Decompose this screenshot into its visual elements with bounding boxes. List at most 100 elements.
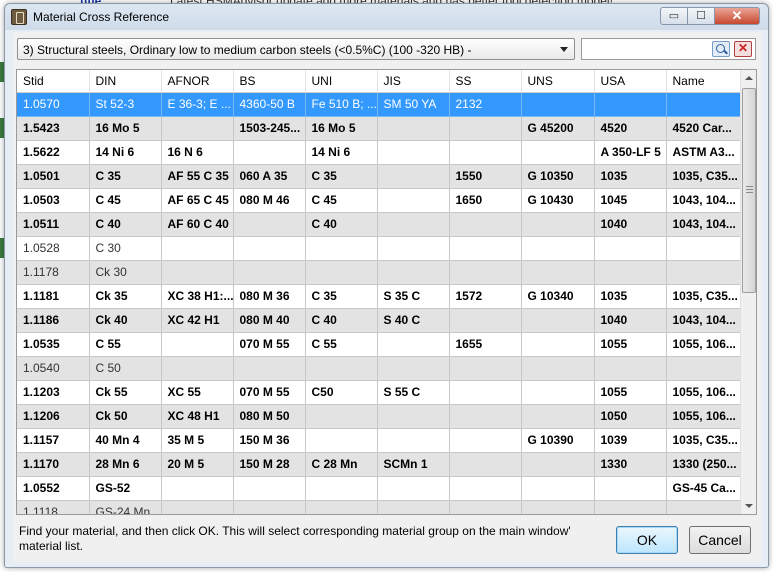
- table-cell[interactable]: 1.0528: [17, 236, 90, 261]
- column-header[interactable]: UNS: [521, 70, 595, 93]
- table-cell[interactable]: 1330 (250...: [666, 452, 742, 477]
- table-cell[interactable]: [377, 356, 450, 381]
- table-cell[interactable]: C 28 Mn: [305, 452, 378, 477]
- table-row[interactable]: 1.1206 Ck 50 XC 48 H1 080 M 50 1050 1055, 106…: [17, 404, 742, 429]
- table-cell[interactable]: 1650: [449, 188, 522, 213]
- table-cell[interactable]: [666, 356, 742, 381]
- table-cell[interactable]: AF 65 C 45: [161, 188, 234, 213]
- table-cell[interactable]: 1055, 106...: [666, 380, 742, 405]
- table-cell[interactable]: [521, 260, 595, 285]
- table-cell[interactable]: C 40: [305, 308, 378, 333]
- table-cell[interactable]: C 55: [305, 332, 378, 357]
- table-cell[interactable]: [521, 452, 595, 477]
- table-cell[interactable]: XC 38 H1:...: [161, 284, 234, 309]
- table-cell[interactable]: [449, 428, 522, 453]
- table-cell[interactable]: 40 Mn 4: [89, 428, 162, 453]
- table-cell[interactable]: 1.0501: [17, 164, 90, 189]
- table-cell[interactable]: G 10350: [521, 164, 595, 189]
- table-cell[interactable]: ASTM A3...: [666, 140, 742, 165]
- table-cell[interactable]: [161, 500, 234, 514]
- table-cell[interactable]: 28 Mn 6: [89, 452, 162, 477]
- table-cell[interactable]: XC 55: [161, 380, 234, 405]
- column-header[interactable]: Stid: [17, 70, 90, 93]
- table-cell[interactable]: C50: [305, 380, 378, 405]
- table-cell[interactable]: 1.0503: [17, 188, 90, 213]
- table-cell[interactable]: [449, 236, 522, 261]
- table-cell[interactable]: 1035, C35...: [666, 284, 742, 309]
- table-cell[interactable]: 1043, 104...: [666, 212, 742, 237]
- column-header[interactable]: UNI: [305, 70, 378, 93]
- table-cell[interactable]: 1.0511: [17, 212, 90, 237]
- table-cell[interactable]: [449, 452, 522, 477]
- table-cell[interactable]: [594, 356, 667, 381]
- table-cell[interactable]: A 350-LF 5: [594, 140, 667, 165]
- table-cell[interactable]: [521, 500, 595, 514]
- table-cell[interactable]: [161, 236, 234, 261]
- table-cell[interactable]: [594, 92, 667, 117]
- table-cell[interactable]: [161, 332, 234, 357]
- table-row[interactable]: 1.0511 C 40 AF 60 C 40 C 40 1040 1043, 104...: [17, 212, 742, 237]
- table-cell[interactable]: 1503-245...: [233, 116, 306, 141]
- table-cell[interactable]: Ck 30: [89, 260, 162, 285]
- table-cell[interactable]: G 10390: [521, 428, 595, 453]
- table-cell[interactable]: C 35: [89, 164, 162, 189]
- table-cell[interactable]: GS-52: [89, 476, 162, 501]
- table-cell[interactable]: Ck 55: [89, 380, 162, 405]
- table-cell[interactable]: [521, 308, 595, 333]
- table-cell[interactable]: [521, 404, 595, 429]
- table-cell[interactable]: 150 M 28: [233, 452, 306, 477]
- table-cell[interactable]: [305, 236, 378, 261]
- column-header[interactable]: Name: [666, 70, 742, 93]
- table-row[interactable]: 1.0570 St 52-3 E 36-3; E ... 4360-50 B Fe 51…: [17, 92, 742, 117]
- table-cell[interactable]: 070 M 55: [233, 380, 306, 405]
- table-cell[interactable]: [449, 308, 522, 333]
- table-cell[interactable]: [305, 404, 378, 429]
- table-cell[interactable]: [233, 500, 306, 514]
- scroll-up-icon[interactable]: [745, 76, 753, 80]
- table-cell[interactable]: [666, 236, 742, 261]
- table-cell[interactable]: 1035, C35...: [666, 164, 742, 189]
- table-cell[interactable]: [233, 212, 306, 237]
- table-cell[interactable]: [377, 188, 450, 213]
- table-cell[interactable]: SCMn 1: [377, 452, 450, 477]
- table-cell[interactable]: [305, 500, 378, 514]
- table-cell[interactable]: 1.1186: [17, 308, 90, 333]
- table-cell[interactable]: [449, 380, 522, 405]
- table-cell[interactable]: C 45: [305, 188, 378, 213]
- maximize-button[interactable]: ☐: [687, 7, 715, 25]
- table-cell[interactable]: 1572: [449, 284, 522, 309]
- table-cell[interactable]: [521, 140, 595, 165]
- table-cell[interactable]: 150 M 36: [233, 428, 306, 453]
- table-cell[interactable]: [377, 260, 450, 285]
- title-bar[interactable]: Material Cross Reference ▭ ☐ ✕: [5, 4, 768, 30]
- table-cell[interactable]: [449, 260, 522, 285]
- table-cell[interactable]: [305, 428, 378, 453]
- table-cell[interactable]: [233, 140, 306, 165]
- table-cell[interactable]: [305, 356, 378, 381]
- table-cell[interactable]: Fe 510 B; ...: [305, 92, 378, 117]
- table-cell[interactable]: 1055: [594, 332, 667, 357]
- table-cell[interactable]: 4360-50 B: [233, 92, 306, 117]
- table-cell[interactable]: 1.5622: [17, 140, 90, 165]
- table-cell[interactable]: [521, 332, 595, 357]
- table-cell[interactable]: [161, 116, 234, 141]
- table-cell[interactable]: [521, 476, 595, 501]
- table-cell[interactable]: [594, 500, 667, 514]
- table-cell[interactable]: 1040: [594, 212, 667, 237]
- search-input[interactable]: [584, 41, 710, 57]
- search-icon[interactable]: [712, 41, 730, 57]
- table-cell[interactable]: [521, 212, 595, 237]
- minimize-button[interactable]: ▭: [660, 7, 688, 25]
- table-cell[interactable]: 1035, C35...: [666, 428, 742, 453]
- close-button[interactable]: ✕: [714, 7, 760, 25]
- vertical-scrollbar[interactable]: [740, 70, 756, 514]
- table-cell[interactable]: [377, 500, 450, 514]
- table-row[interactable]: 1.1170 28 Mn 6 20 M 5 150 M 28 C 28 Mn SCMn 1…: [17, 452, 742, 477]
- column-header[interactable]: BS: [233, 70, 306, 93]
- column-header[interactable]: JIS: [377, 70, 450, 93]
- table-cell[interactable]: [666, 92, 742, 117]
- table-cell[interactable]: GS-45 Ca...: [666, 476, 742, 501]
- table-cell[interactable]: 080 M 50: [233, 404, 306, 429]
- table-cell[interactable]: [521, 236, 595, 261]
- table-cell[interactable]: 1040: [594, 308, 667, 333]
